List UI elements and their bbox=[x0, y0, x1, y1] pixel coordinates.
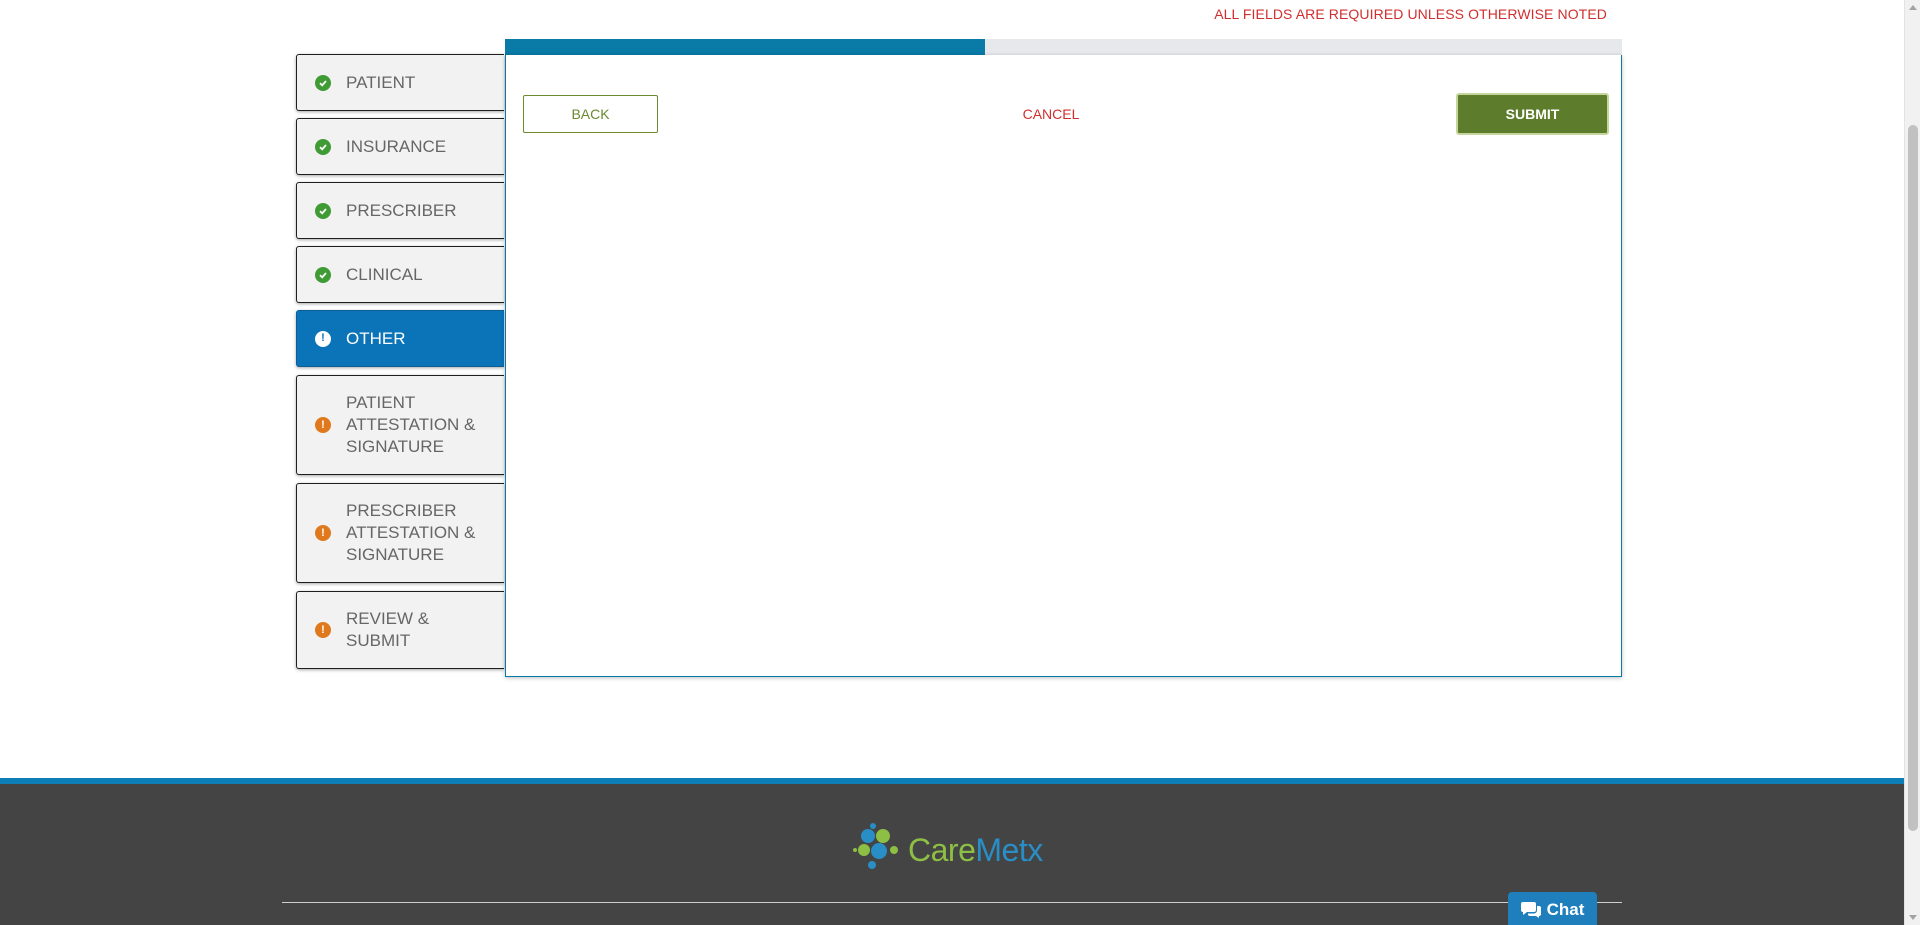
exclamation-circle-icon: ! bbox=[315, 622, 331, 638]
page: ALL FIELDS ARE REQUIRED UNLESS OTHERWISE… bbox=[0, 0, 1920, 925]
exclamation-circle-icon: ! bbox=[315, 525, 331, 541]
step-clinical[interactable]: CLINICAL bbox=[296, 246, 504, 303]
step-label: PRESCRIBER bbox=[346, 200, 457, 220]
back-button[interactable]: BACK bbox=[523, 95, 658, 133]
chat-button[interactable]: Chat bbox=[1508, 892, 1597, 925]
exclamation-circle-icon: ! bbox=[315, 417, 331, 433]
logo-dots-icon bbox=[853, 823, 898, 869]
footer-divider bbox=[282, 902, 1622, 903]
step-other[interactable]: ! OTHER bbox=[296, 310, 504, 367]
step-prescriber-attestation[interactable]: ! PRESCRIBER ATTESTATION & SIGNATURE bbox=[296, 483, 504, 583]
step-patient[interactable]: PATIENT bbox=[296, 54, 504, 111]
exclamation-circle-icon: ! bbox=[315, 330, 331, 347]
submit-button[interactable]: SUBMIT bbox=[1456, 93, 1609, 135]
cancel-button[interactable]: CANCEL bbox=[1001, 99, 1101, 129]
step-label: PRESCRIBER ATTESTATION & SIGNATURE bbox=[346, 501, 476, 564]
step-insurance[interactable]: INSURANCE bbox=[296, 118, 504, 175]
check-circle-icon bbox=[315, 138, 331, 155]
caremetx-logo: CareMetx bbox=[852, 821, 1052, 881]
chat-label: Chat bbox=[1546, 899, 1585, 919]
step-prescriber[interactable]: PRESCRIBER bbox=[296, 182, 504, 239]
check-circle-icon bbox=[315, 266, 331, 283]
form-panel: BACK CANCEL SUBMIT bbox=[505, 55, 1622, 677]
step-label: REVIEW & SUBMIT bbox=[346, 609, 430, 650]
required-fields-note: ALL FIELDS ARE REQUIRED UNLESS OTHERWISE… bbox=[1214, 6, 1607, 22]
step-label: INSURANCE bbox=[346, 136, 447, 156]
check-circle-icon bbox=[315, 74, 331, 91]
check-circle-icon bbox=[315, 202, 331, 219]
step-label: PATIENT ATTESTATION & SIGNATURE bbox=[346, 393, 476, 456]
scroll-up-icon[interactable] bbox=[1909, 5, 1917, 10]
progress-bar bbox=[505, 39, 1622, 55]
step-patient-attestation[interactable]: ! PATIENT ATTESTATION & SIGNATURE bbox=[296, 375, 504, 475]
step-label: CLINICAL bbox=[346, 264, 423, 284]
step-label: PATIENT bbox=[346, 72, 416, 92]
footer: CareMetx Chat bbox=[0, 778, 1904, 925]
step-review-submit[interactable]: ! REVIEW & SUBMIT bbox=[296, 591, 504, 669]
chat-bubbles-icon bbox=[1520, 901, 1541, 918]
page-scrollbar[interactable] bbox=[1904, 0, 1920, 925]
step-label: OTHER bbox=[346, 328, 406, 348]
scrollbar-thumb[interactable] bbox=[1908, 125, 1918, 831]
progress-bar-fill bbox=[505, 39, 986, 55]
logo-wordmark: CareMetx bbox=[908, 832, 1043, 868]
scroll-down-icon[interactable] bbox=[1909, 915, 1917, 920]
